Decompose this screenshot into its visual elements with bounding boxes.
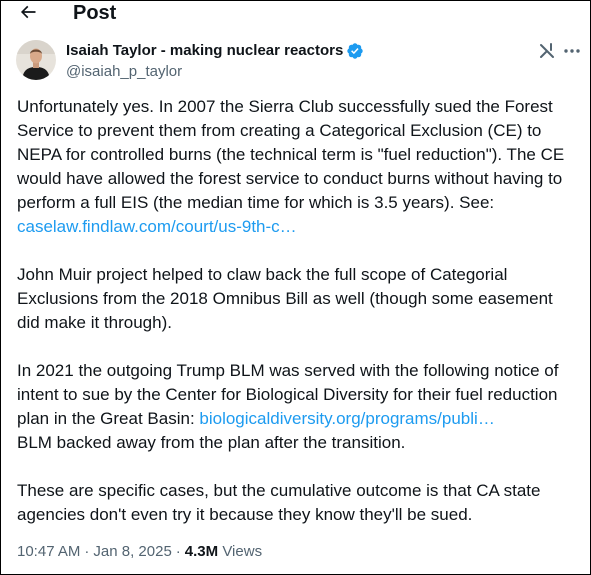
arrow-left-icon — [18, 2, 38, 27]
views-label: Views — [222, 543, 263, 560]
grok-icon — [537, 41, 557, 66]
tweet-paragraph-3: In 2021 the outgoing Trump BLM was serve… — [17, 359, 577, 455]
post-header: Post — [0, 0, 591, 30]
findlaw-link[interactable]: caselaw.findlaw.com/court/us-9th-c… — [17, 217, 297, 236]
tweet-paragraph-2: John Muir project helped to claw back th… — [17, 263, 577, 335]
timestamp-link[interactable]: 10:47 AM · Jan 8, 2025 — [17, 543, 172, 560]
author-name-line: Isaiah Taylor - making nuclear reactors — [66, 41, 364, 61]
more-horizontal-icon — [562, 41, 582, 66]
biologicaldiversity-link[interactable]: biologicaldiversity.org/programs/publi… — [199, 409, 494, 428]
author-name[interactable]: Isaiah Taylor - making nuclear reactors — [66, 41, 343, 61]
tweet-paragraph-4: These are specific cases, but the cumula… — [17, 479, 577, 527]
views-count: 4.3M — [184, 543, 219, 560]
tweet-text: Unfortunately yes. In 2007 the Sierra Cl… — [17, 95, 577, 527]
page-title: Post — [73, 2, 117, 24]
post-date: Jan 8, 2025 — [93, 543, 172, 560]
paragraph-text: BLM backed away from the plan after the … — [17, 433, 406, 452]
author-handle[interactable]: @isaiah_p_taylor — [66, 62, 182, 82]
more-button[interactable] — [561, 42, 583, 64]
paragraph-text: These are specific cases, but the cumula… — [17, 481, 541, 524]
meta-separator: · — [175, 543, 181, 560]
avatar[interactable] — [16, 40, 56, 80]
post-time: 10:47 AM — [17, 543, 81, 560]
tweet-meta: 10:47 AM · Jan 8, 2025 · 4.3M Views — [17, 542, 262, 562]
verified-badge-icon[interactable] — [346, 42, 364, 60]
back-button[interactable] — [14, 2, 42, 26]
tweet-paragraph-1: Unfortunately yes. In 2007 the Sierra Cl… — [17, 95, 577, 239]
paragraph-text: Unfortunately yes. In 2007 the Sierra Cl… — [17, 97, 565, 212]
meta-separator: · — [84, 543, 90, 560]
author-row: Isaiah Taylor - making nuclear reactors … — [16, 40, 582, 84]
paragraph-text: John Muir project helped to claw back th… — [17, 265, 553, 332]
grok-button[interactable] — [536, 42, 558, 64]
